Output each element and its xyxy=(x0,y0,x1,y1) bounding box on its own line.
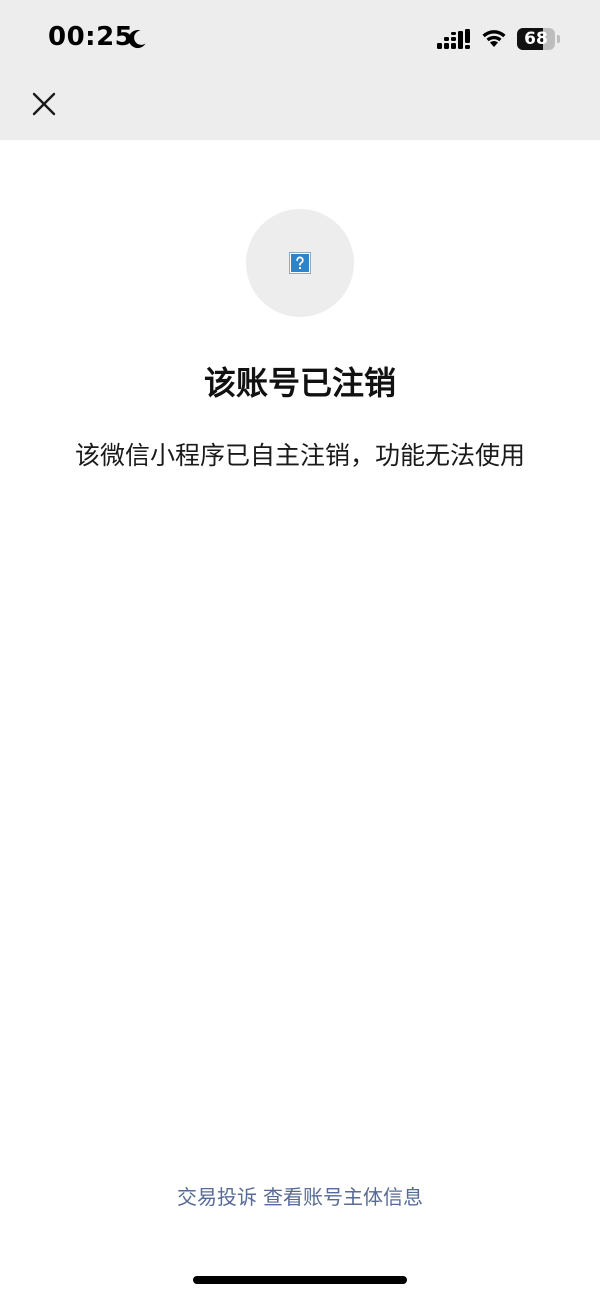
battery-body: 68 xyxy=(517,28,555,50)
battery-icon: 68 xyxy=(517,28,561,50)
page-description: 该微信小程序已自主注销，功能无法使用 xyxy=(74,441,525,470)
close-icon xyxy=(32,92,56,116)
home-indicator[interactable] xyxy=(193,1276,407,1284)
page-title: 该账号已注销 xyxy=(203,364,396,402)
signal-icon xyxy=(437,29,470,49)
moon-icon xyxy=(128,30,146,49)
top-bar: 00:25 68 xyxy=(0,0,600,140)
mini-program-avatar xyxy=(246,209,354,317)
wifi-icon xyxy=(482,30,506,47)
battery-level: 68 xyxy=(524,29,548,49)
status-bar: 00:25 68 xyxy=(0,0,600,80)
complaint-link[interactable]: 交易投诉 xyxy=(177,1185,257,1209)
battery-tip xyxy=(557,35,560,43)
screen: 00:25 68 该账号已注销 该微信小程序已自主注销，功能无法使用 交易投诉 … xyxy=(0,0,600,1298)
footer-links: 交易投诉 查看账号主体信息 xyxy=(0,1181,600,1210)
account-info-link[interactable]: 查看账号主体信息 xyxy=(263,1185,423,1209)
broken-image-icon xyxy=(289,252,311,274)
close-button[interactable] xyxy=(26,86,62,122)
status-time: 00:25 xyxy=(48,22,134,52)
